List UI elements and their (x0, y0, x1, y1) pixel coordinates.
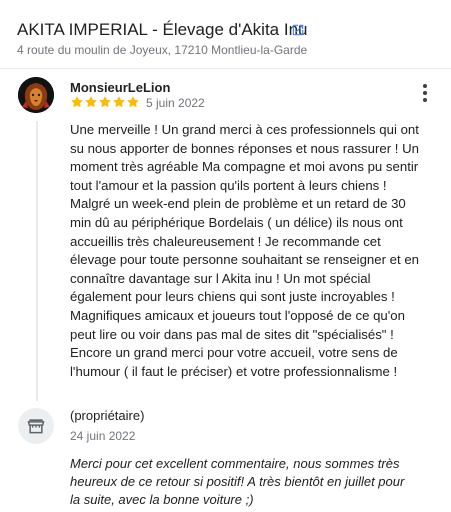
star-icon (127, 96, 139, 108)
star-icon (85, 96, 97, 108)
divider (0, 68, 451, 69)
owner-reply-text: Merci pour cet excellent commentaire, no… (70, 456, 405, 507)
star-icon (113, 96, 125, 108)
external-link-icon[interactable] (291, 23, 305, 37)
storefront-icon (27, 419, 45, 434)
owner-avatar (18, 408, 54, 444)
thread-line (36, 121, 38, 401)
reviewer-avatar[interactable] (18, 77, 54, 113)
more-options-icon[interactable] (419, 84, 431, 102)
review-text: Une merveille ! Un grand merci à ces pro… (70, 122, 419, 379)
reviewer-name[interactable]: MonsieurLeLion (70, 80, 170, 95)
owner-reply-date: 24 juin 2022 (70, 429, 136, 443)
review-date: 5 juin 2022 (146, 96, 205, 110)
owner-label: (propriétaire) (70, 408, 145, 423)
star-icon (99, 96, 111, 108)
business-address: 4 route du moulin de Joyeux, 17210 Montl… (17, 43, 308, 57)
star-icon (71, 96, 83, 108)
lion-avatar (18, 77, 54, 113)
business-title: AKITA IMPERIAL - Élevage d'Akita Inu (17, 20, 308, 39)
rating-stars (70, 95, 140, 109)
